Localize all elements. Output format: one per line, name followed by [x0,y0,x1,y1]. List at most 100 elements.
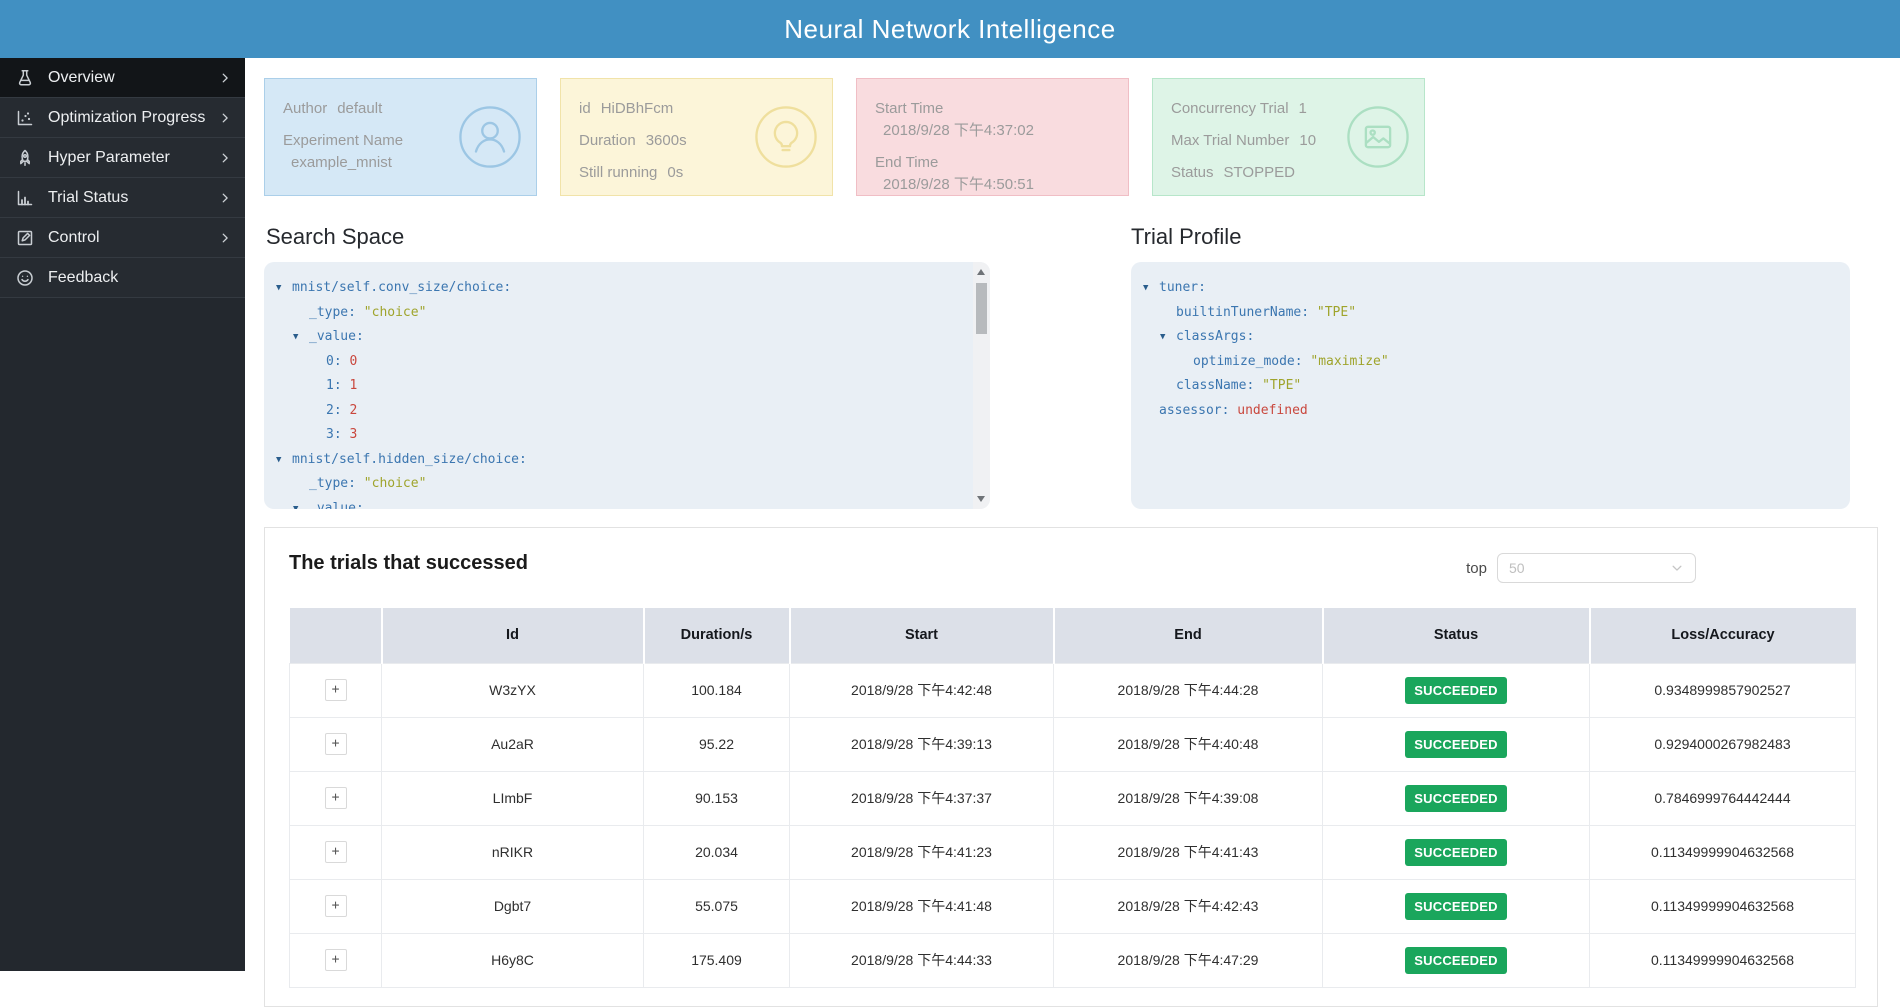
status-badge: SUCCEEDED [1405,946,1507,974]
app-title: Neural Network Intelligence [784,13,1116,44]
sidebar-item-control[interactable]: Control [0,218,245,258]
duration-cell: 100.184 [643,662,790,718]
top-select[interactable]: 50 [1497,553,1696,583]
scrollbar-down-button[interactable] [973,491,990,507]
json-key[interactable]: mnist/self.hidden_size/choice: [292,452,527,467]
trials-table-header: Id Duration/s Start End Status Loss/Accuracy [289,608,1856,663]
status-cell: SUCCEEDED [1322,824,1590,880]
time-card: Start Time 2018/9/28 下午4:37:02 End Time … [856,78,1129,196]
triangle-down-icon[interactable]: ▼ [1160,325,1176,350]
end-time-cell: 2018/9/28 下午4:40:48 [1053,716,1323,772]
json-key: 0: [326,353,342,369]
column-header-start: Start [789,608,1055,663]
max-trial-value: 10 [1299,132,1317,149]
image-icon [1346,105,1410,169]
scrollbar-up-button[interactable] [973,264,990,280]
json-value: "choice" [363,304,427,320]
status-value: STOPPED [1223,164,1295,181]
search-space-json-tree: ▼ mnist/self.conv_size/choice: _type: "cho… [276,276,990,509]
json-tree-line: ▼ classArgs: [1143,325,1850,350]
triangle-down-icon[interactable]: ▼ [276,448,292,473]
sidebar-item-label: Feedback [48,268,119,286]
id-label: id [579,100,591,117]
json-tree-line: _type: "choice" [276,301,990,326]
json-key: assessor: [1159,402,1230,418]
json-value: "TPE" [1262,378,1302,393]
triangle-down-icon[interactable]: ▼ [293,497,309,510]
json-key[interactable]: _value: [309,501,364,510]
loss-accuracy-cell: 0.7846999764442444 [1589,770,1856,826]
expand-cell: + [289,932,382,988]
expand-row-button[interactable]: + [324,787,347,809]
still-running-label: Still running [579,164,658,181]
expand-row-button[interactable]: + [324,841,347,863]
sidebar-item-hyper-parameter[interactable]: Hyper Parameter [0,138,245,178]
json-tree-line: builtinTunerName: "TPE" [1143,301,1850,326]
end-time-cell: 2018/9/28 下午4:39:08 [1053,770,1323,826]
json-value: "choice" [363,476,427,491]
duration-value: 3600s [645,132,687,149]
chevron-right-icon [218,71,232,85]
flask-icon [15,68,35,88]
status-cell: SUCCEEDED [1322,770,1590,826]
table-row: + H6y8C 175.409 2018/9/28 下午4:44:33 2018/9/2… [289,932,1856,988]
search-space-panel: ▼ mnist/self.conv_size/choice: _type: "cho… [264,262,990,509]
table-row: + Dgbt7 55.075 2018/9/28 下午4:41:48 2018/9/28… [289,878,1856,934]
chevron-right-icon [218,111,232,125]
triangle-down-icon[interactable]: ▼ [276,276,292,301]
json-tree-line: ▼ mnist/self.conv_size/choice: [276,276,990,301]
column-header-duration-s: Duration/s [643,608,791,663]
start-time-cell: 2018/9/28 下午4:41:48 [789,878,1054,934]
json-key: 2: [326,402,342,418]
status-cell: SUCCEEDED [1322,932,1590,988]
trial-id-cell: Dgbt7 [381,878,644,934]
json-tree-line: className: "TPE" [1143,374,1850,399]
json-tree-line: ▼ mnist/self.hidden_size/choice: [276,448,990,473]
expand-row-button[interactable]: + [324,895,347,917]
json-tree-line: 2: 2 [276,399,990,424]
expand-cell: + [289,770,382,826]
table-row: + Au2aR 95.22 2018/9/28 下午4:39:13 2018/9/28 … [289,716,1856,772]
expand-row-button[interactable]: + [324,679,347,701]
trials-heading: The trials that successed [289,552,528,574]
triangle-down-icon[interactable]: ▼ [1143,276,1159,301]
scrollbar[interactable] [973,262,990,509]
json-key[interactable]: classArgs: [1176,329,1254,344]
json-key: className: [1176,378,1255,393]
start-time-label: Start Time [875,100,944,117]
table-row: + nRIKR 20.034 2018/9/28 下午4:41:23 2018/9/28… [289,824,1856,880]
lightbulb-icon [754,105,818,169]
status-badge: SUCCEEDED [1405,892,1507,920]
sidebar-item-trial-status[interactable]: Trial Status [0,178,245,218]
rocket-icon [15,148,35,168]
app-header: Neural Network Intelligence [0,0,1900,58]
sidebar-item-feedback[interactable]: Feedback [0,258,245,298]
duration-cell: 175.409 [643,932,790,988]
expand-row-button[interactable]: + [324,733,347,755]
start-time-cell: 2018/9/28 下午4:42:48 [789,662,1054,718]
sidebar-item-optimization-progress[interactable]: Optimization Progress [0,98,245,138]
top-label: top [1466,559,1487,577]
loss-accuracy-cell: 0.11349999904632568 [1589,878,1856,934]
concurrency-label: Concurrency Trial [1171,100,1289,117]
author-value: default [337,100,383,117]
json-key[interactable]: mnist/self.conv_size/choice: [292,280,511,295]
json-tree-line: 3: 3 [276,423,990,448]
json-key: builtinTunerName: [1176,304,1310,320]
triangle-down-icon[interactable]: ▼ [293,325,309,350]
table-row: + LImbF 90.153 2018/9/28 下午4:37:37 2018/9/28… [289,770,1856,826]
json-key[interactable]: tuner: [1159,280,1206,295]
status-badge: SUCCEEDED [1405,838,1507,866]
expand-row-button[interactable]: + [324,949,347,971]
status-badge: SUCCEEDED [1405,784,1507,812]
smiley-icon [15,268,35,288]
sidebar-item-overview[interactable]: Overview [0,58,245,98]
trial-profile-panel: ▼ tuner: builtinTunerName: "TPE" ▼ classArgs… [1131,262,1850,509]
start-time-cell: 2018/9/28 下午4:39:13 [789,716,1054,772]
json-key[interactable]: _value: [309,329,364,344]
scrollbar-thumb[interactable] [976,283,987,334]
sidebar-item-label: Optimization Progress [48,108,206,126]
trial-id-cell: Au2aR [381,716,644,772]
json-tree-line: assessor: undefined [1143,399,1850,424]
loss-accuracy-cell: 0.11349999904632568 [1589,932,1856,988]
